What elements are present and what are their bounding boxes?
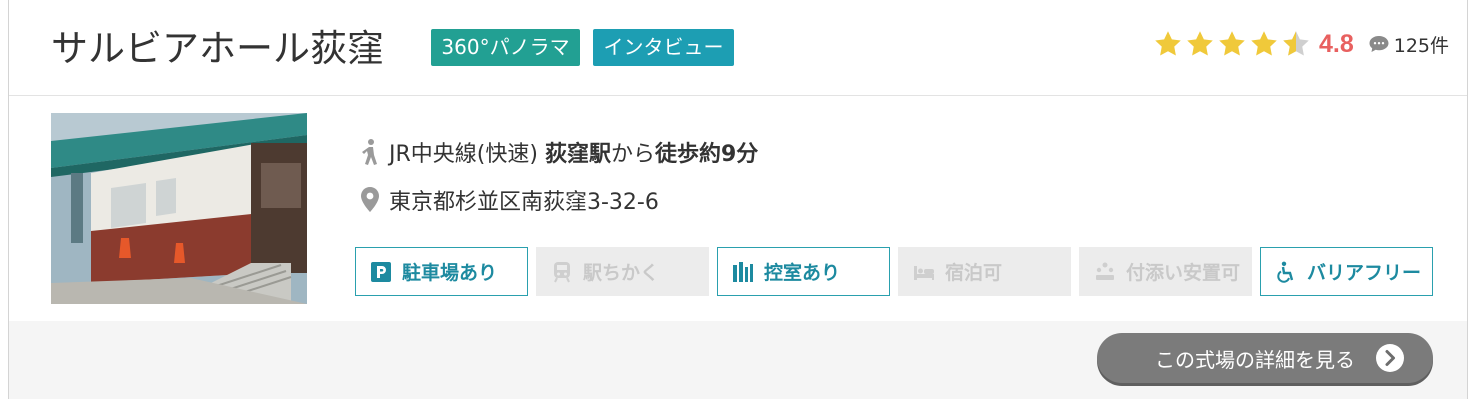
star-icon xyxy=(1155,31,1181,56)
card-footer: この式場の詳細を見る xyxy=(9,321,1467,399)
feature-label: 控室あり xyxy=(764,262,841,284)
parking-icon xyxy=(371,261,391,282)
venue-card: サルビアホール荻窪 360°パノラマ インタビュー 4.8 125件 JR中央線… xyxy=(8,0,1468,399)
arrow-right-icon xyxy=(1376,344,1404,372)
rating-stars xyxy=(1153,29,1311,59)
feature-label: 付添い安置可 xyxy=(1126,262,1241,284)
review-count-link[interactable]: 125件 xyxy=(1368,31,1449,58)
feature-label: 駐車場あり xyxy=(402,262,498,284)
access-text: JR中央線(快速) 荻窪駅から徒歩約9分 xyxy=(389,142,759,167)
panorama-badge[interactable]: 360°パノラマ xyxy=(431,29,580,66)
address-info: 東京都杉並区南荻窪3-32-6 xyxy=(359,183,659,217)
access-info: JR中央線(快速) 荻窪駅から徒歩約9分 xyxy=(359,135,758,169)
feature-attendants: 付添い安置可 xyxy=(1079,247,1252,296)
rating-score: 4.8 xyxy=(1318,29,1354,58)
comment-icon xyxy=(1369,36,1389,52)
review-count: 125件 xyxy=(1393,34,1449,57)
feature-waiting-room: 控室あり xyxy=(717,247,890,296)
star-icon xyxy=(1219,31,1245,56)
attendants-icon xyxy=(1096,262,1114,280)
bed-icon xyxy=(914,265,934,280)
interview-badge[interactable]: インタビュー xyxy=(593,29,734,66)
map-pin-icon xyxy=(361,187,379,212)
star-icon xyxy=(1251,31,1277,56)
address-text: 東京都杉並区南荻窪3-32-6 xyxy=(389,190,659,215)
venue-building-image xyxy=(51,113,307,304)
walking-icon xyxy=(362,139,377,165)
feature-station-near: 駅ちかく xyxy=(536,247,709,296)
feature-label: 駅ちかく xyxy=(583,262,660,284)
feature-barrier-free: バリアフリー xyxy=(1260,247,1433,296)
feature-label: バリアフリー xyxy=(1307,262,1422,284)
view-details-button[interactable]: この式場の詳細を見る xyxy=(1097,333,1433,383)
feature-parking: 駐車場あり xyxy=(355,247,528,296)
star-icon xyxy=(1187,31,1213,56)
feature-label: 宿泊可 xyxy=(945,262,1003,284)
card-header: サルビアホール荻窪 360°パノラマ インタビュー 4.8 125件 xyxy=(9,0,1467,96)
view-details-label: この式場の詳細を見る xyxy=(1155,347,1355,372)
train-icon xyxy=(554,261,570,282)
waiting-room-icon xyxy=(733,261,753,282)
half-star-icon xyxy=(1283,31,1309,56)
venue-photo[interactable] xyxy=(51,113,307,304)
feature-list: 駐車場あり 駅ちかく 控室あり 宿泊可 付添い安置可 バリアフリー xyxy=(355,247,1441,296)
feature-lodging: 宿泊可 xyxy=(898,247,1071,296)
rating: 4.8 125件 xyxy=(1153,26,1449,62)
wheelchair-icon xyxy=(1277,261,1294,283)
venue-title[interactable]: サルビアホール荻窪 xyxy=(51,18,384,72)
